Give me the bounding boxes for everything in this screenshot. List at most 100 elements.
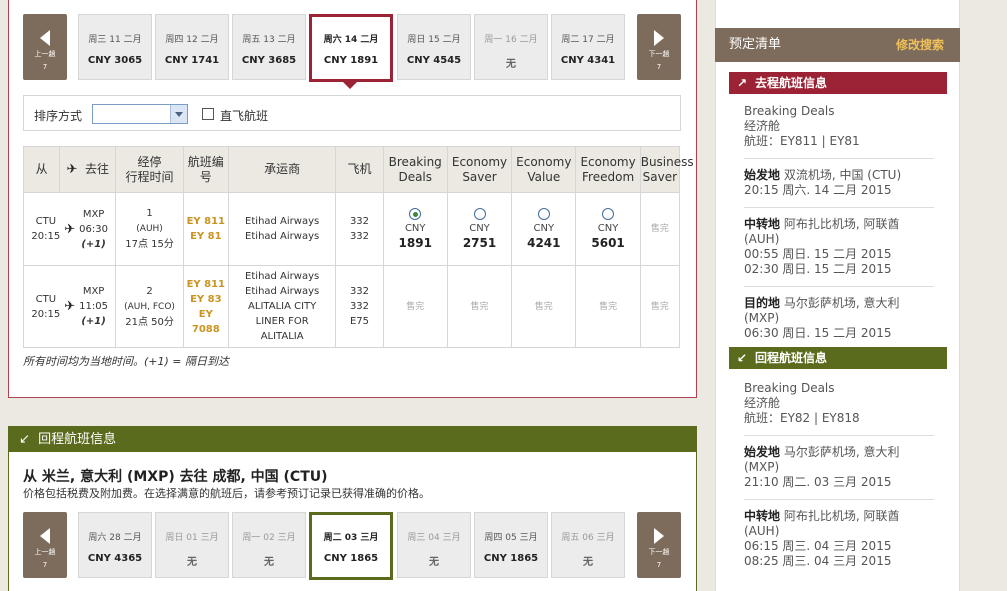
outbound-day-5[interactable]: 周日 15 二月 CNY 4545 [397,14,471,80]
edit-search-link[interactable]: 修改搜索 [896,28,944,62]
next-day-flag: (+1) [81,316,106,327]
departure-time: 21:10 周二. 03 三月 2015 [744,475,892,489]
day-price: 无 [187,557,197,568]
prev-label: 上一趟 [34,50,56,58]
flight-numbers: 航班：EY811 | EY81 [744,134,860,148]
day-label: 周日 15 二月 [407,35,461,45]
transit-arrive: 00:55 周日. 15 二月 2015 [744,247,892,261]
outbound-day-1[interactable]: 周三 11 二月 CNY 3065 [78,14,152,80]
flight-code: EY 811 [186,278,226,290]
flight-table: 从 ✈ 去往 经停 行程时间 航班编 号 承运商 飞机 Breaking Dea… [22,146,694,348]
sort-label: 排序方式 [34,109,83,123]
departure-label: 始发地 [744,168,781,182]
outbound-day-2[interactable]: 周四 12 二月 CNY 1741 [155,14,229,80]
return-day-3[interactable]: 周一 02 三月 无 [232,512,306,578]
fare-cell-economy-saver[interactable]: CNY 2751 [446,192,513,266]
outbound-day-3[interactable]: 周五 13 二月 CNY 3685 [232,14,306,80]
outbound-transit: 中转地 阿布扎比机场, 阿联酋 (AUH) 00:55 周日. 15 二月 20… [744,217,934,277]
divider [744,207,934,208]
day-label: 周一 02 三月 [242,533,296,543]
carrier: Etihad Airways [245,216,320,227]
return-day-2[interactable]: 周日 01 三月 无 [155,512,229,578]
aircraft: 332 [349,231,370,242]
stops: 1 [146,208,153,219]
flight-numbers: 航班：EY82 | EY818 [744,411,860,425]
fare-currency: CNY [533,222,555,234]
day-label: 周四 05 三月 [484,533,538,543]
outbound-next-week-button[interactable]: 下一趟 7 [637,14,681,80]
aircraft: 332 [349,301,370,312]
day-label: 周一 16 二月 [484,35,538,45]
page-gutter [697,0,707,591]
fare-cell-economy-value[interactable]: CNY 4241 [511,192,577,266]
flight-code: EY 81 [190,231,222,242]
fare-cell-breaking-deals: 售完 [382,265,448,348]
arrow-up-right-icon: ↗ [737,76,748,90]
outbound-fare-block: Breaking Deals 经济舱 航班：EY811 | EY81 [744,104,934,149]
return-day-7[interactable]: 周五 06 三月 无 [551,512,625,578]
return-day-6[interactable]: 周四 05 三月 CNY 1865 [474,512,548,578]
return-header-label: 回程航班信息 [38,432,117,447]
aircraft: 332 [349,216,370,227]
via: (AUH, FCO) [124,301,175,312]
airplane-icon: ✈ [64,299,76,314]
arrow-right-icon [654,528,664,544]
day-price: CNY 3685 [241,55,297,66]
arrival-code: (MXP) [744,311,780,325]
outbound-summary-header: ↗ 去程航班信息 [729,72,947,94]
return-day-5[interactable]: 周三 04 三月 无 [397,512,471,578]
col-breaking-deals: Breaking Deals [382,146,448,193]
from-code: CTU [35,293,57,305]
stops-cell: 1 (AUH) 17点 15分 [115,192,184,266]
transit-place: 阿布扎比机场, 阿联酋 [783,217,900,231]
outbound-prev-week-button[interactable]: 上一趟 7 [23,14,67,80]
next-label: 下一趟 [648,548,670,556]
day-price: CNY 1741 [164,55,220,66]
next-sub: 7 [656,63,662,71]
day-label: 周六 14 二月 [323,35,379,45]
return-day-1[interactable]: 周六 28 二月 CNY 4365 [78,512,152,578]
arrival-label: 目的地 [744,296,781,310]
col-stops: 经停 行程时间 [115,146,184,193]
fare-radio[interactable] [602,207,615,220]
day-price: 无 [264,557,274,568]
arrival-time: 06:30 周日. 15 二月 2015 [744,326,892,340]
table-header-row: 从 ✈ 去往 经停 行程时间 航班编 号 承运商 飞机 Breaking Dea… [22,146,694,193]
outbound-arrival: 目的地 马尔彭萨机场, 意大利 (MXP) 06:30 周日. 15 二月 20… [744,296,934,341]
fare-cell-economy-saver: 售完 [446,265,513,348]
from-time: 20:15 [31,308,61,320]
direct-flight-checkbox[interactable] [202,108,214,120]
outbound-day-selected[interactable]: 周六 14 二月 CNY 1891 [309,14,393,82]
return-prev-week-button[interactable]: 上一趟 7 [23,512,67,578]
sort-select[interactable] [92,104,188,124]
direct-flight-label[interactable]: 直飞航班 [220,107,268,124]
return-next-week-button[interactable]: 下一趟 7 [637,512,681,578]
fare-radio-selected[interactable] [409,207,422,220]
soldout-label: 售完 [599,301,618,312]
fare-radio[interactable] [473,207,486,220]
sort-bar: 排序方式 直飞航班 [23,95,681,131]
aircraft-cell: 332 332 [335,192,384,266]
outbound-day-7[interactable]: 周二 17 二月 CNY 4341 [551,14,625,80]
return-header: ↙ 回程航班信息 [9,427,696,452]
prev-sub: 7 [42,561,48,569]
return-transit: 中转地 阿布扎比机场, 阿联酋 (AUH) 06:15 周三. 04 三月 20… [744,509,934,569]
carrier-cell: Etihad Airways Etihad Airways [227,192,337,266]
fare-radio[interactable] [537,207,550,220]
via: (AUH) [136,224,163,234]
fare-cell-breaking-deals[interactable]: CNY 1891 [382,192,448,266]
carrier: ALITALIA CITY [248,301,317,312]
return-day-selected[interactable]: 周二 03 三月 CNY 1865 [309,512,393,580]
day-label: 周日 01 三月 [165,533,219,543]
to-time: 06:30 [79,223,108,235]
next-day-flag: (+1) [81,238,106,250]
soldout-label: 售完 [650,301,669,312]
fare-cell-economy-freedom[interactable]: CNY 5601 [575,192,641,266]
outbound-day-6[interactable]: 周一 16 二月 无 [474,14,548,80]
transit-label: 中转地 [744,217,781,231]
soldout-label: 售完 [534,301,553,312]
chevron-down-icon [170,105,187,123]
transit-depart: 08:25 周三. 04 三月 2015 [744,554,892,568]
next-sub: 7 [656,561,662,569]
flight-code: EY 811 [186,216,226,227]
